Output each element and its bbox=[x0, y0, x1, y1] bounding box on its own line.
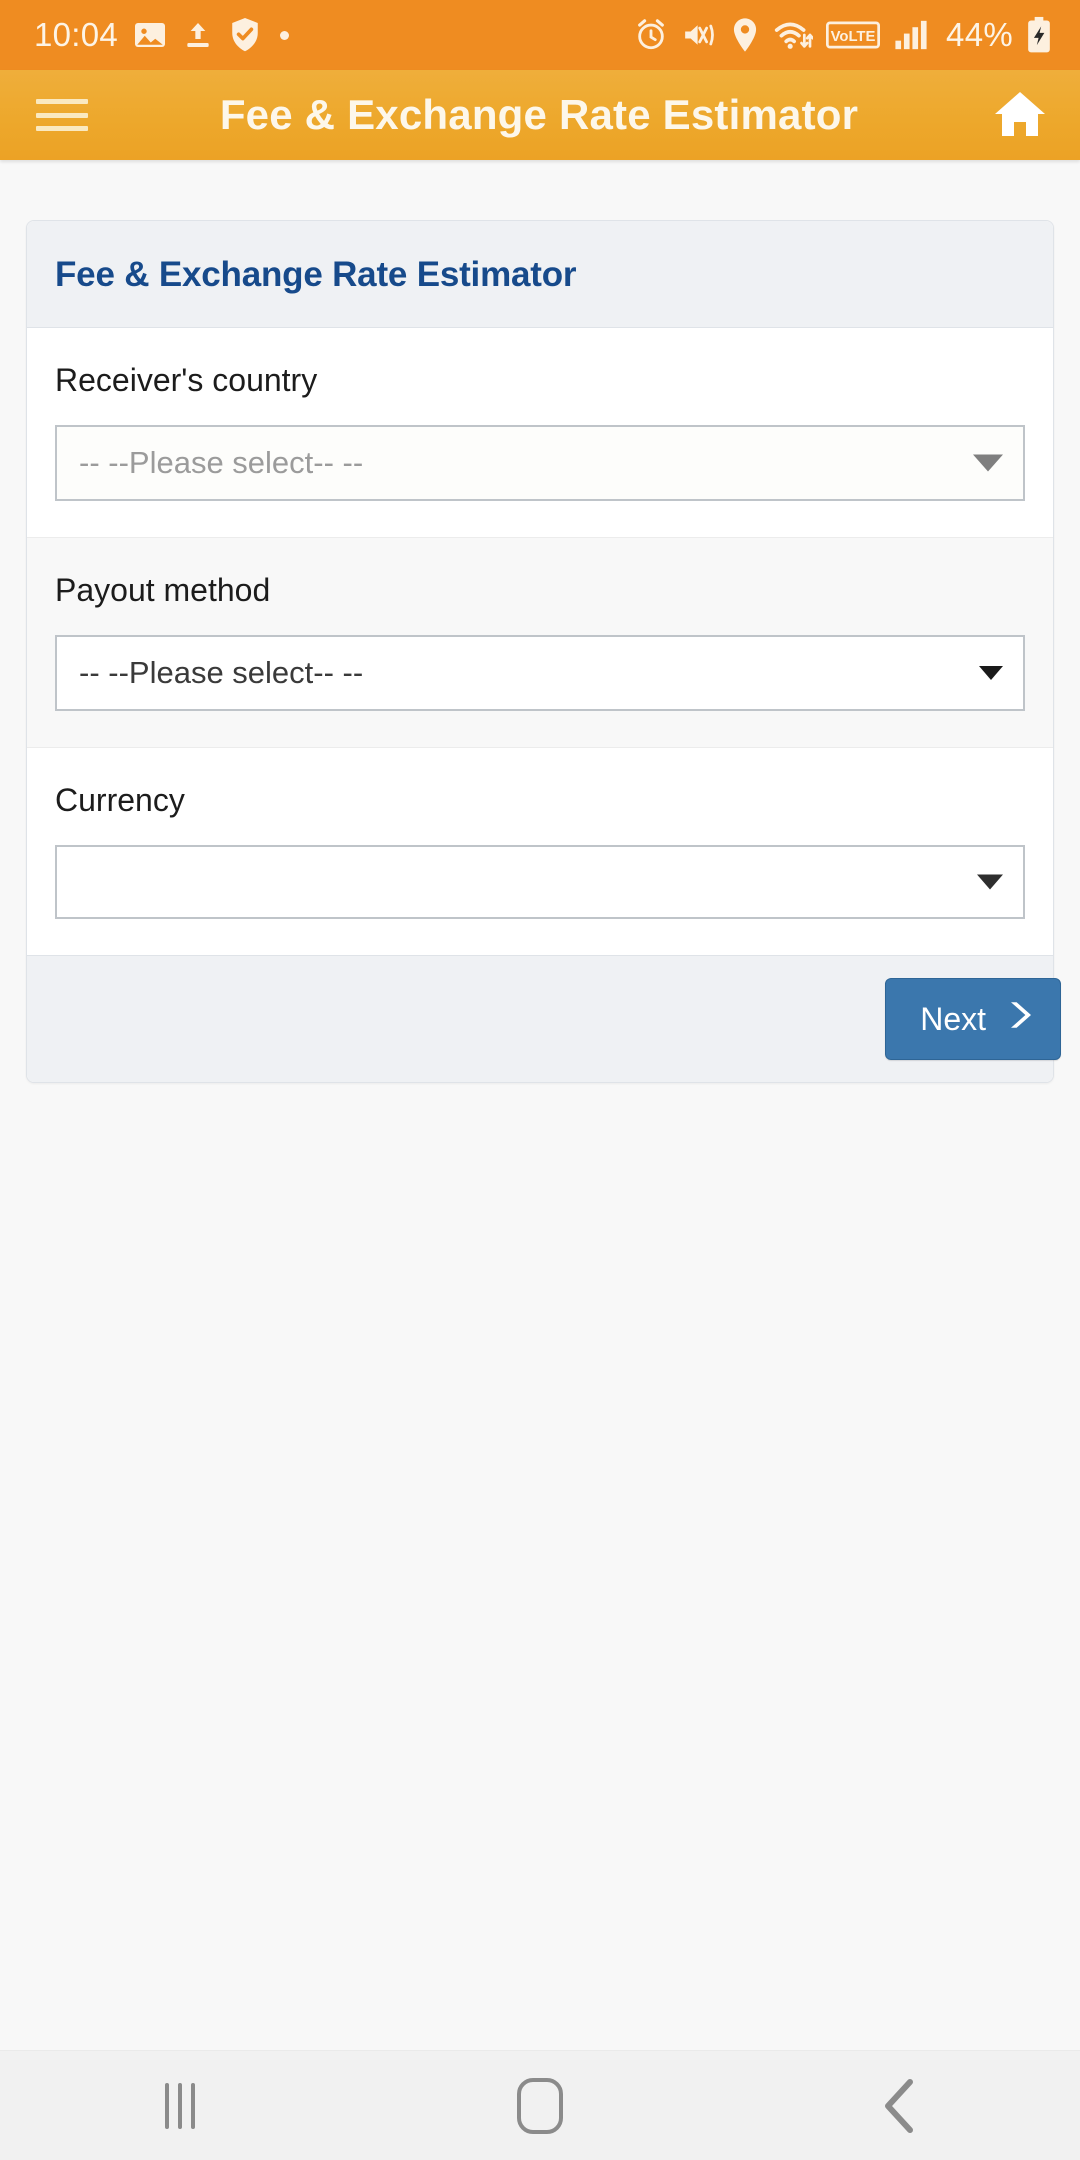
panel-header: Fee & Exchange Rate Estimator bbox=[27, 221, 1053, 328]
hamburger-bar bbox=[36, 126, 88, 131]
volte-icon: VoLTE bbox=[826, 21, 881, 49]
signal-bars-icon bbox=[893, 18, 929, 52]
chevron-right-icon bbox=[1004, 999, 1034, 1039]
chevron-down-icon bbox=[977, 874, 1003, 890]
recents-bar bbox=[165, 2082, 169, 2129]
hamburger-bar bbox=[36, 99, 88, 104]
page-content: Fee & Exchange Rate Estimator Receiver's… bbox=[0, 160, 1080, 2160]
hamburger-bar bbox=[36, 112, 88, 118]
next-button-label: Next bbox=[920, 1000, 986, 1037]
currency-select[interactable] bbox=[55, 845, 1025, 919]
android-nav-bar bbox=[0, 2050, 1080, 2160]
app-bar-title: Fee & Exchange Rate Estimator bbox=[219, 91, 859, 138]
page-title: Fee & Exchange Rate Estimator bbox=[55, 255, 577, 294]
location-icon bbox=[730, 17, 760, 53]
receivers-country-label: Receiver's country bbox=[55, 362, 318, 398]
photo-icon bbox=[132, 17, 168, 53]
shield-check-icon bbox=[228, 16, 262, 54]
svg-text:VoLTE: VoLTE bbox=[831, 29, 876, 45]
hamburger-icon[interactable] bbox=[36, 95, 88, 135]
recents-icon[interactable] bbox=[105, 2051, 255, 2160]
payout-method-label: Payout method bbox=[55, 572, 271, 608]
battery-charging-icon bbox=[1026, 16, 1052, 54]
recents-bar bbox=[178, 2082, 182, 2129]
status-bar: 10:04 VoLTE 44% bbox=[0, 0, 1080, 70]
wifi-icon bbox=[773, 18, 814, 52]
dot-indicator bbox=[280, 30, 290, 40]
recents-glyph bbox=[165, 2082, 195, 2129]
back-icon[interactable] bbox=[825, 2051, 975, 2160]
field-row-currency: Currency bbox=[27, 748, 1053, 955]
estimator-panel: Fee & Exchange Rate Estimator Receiver's… bbox=[26, 220, 1061, 1083]
field-row-payout-method: Payout method -- --Please select-- -- bbox=[27, 537, 1053, 748]
app-bar: Fee & Exchange Rate Estimator bbox=[0, 70, 1080, 160]
next-button[interactable]: Next bbox=[885, 978, 1061, 1060]
recents-bar bbox=[191, 2082, 195, 2129]
chevron-down-icon bbox=[979, 666, 1003, 680]
panel-footer: Next bbox=[27, 955, 1061, 1082]
receivers-country-select[interactable]: -- --Please select-- -- bbox=[55, 425, 1025, 501]
upload-icon bbox=[182, 17, 214, 53]
home-glyph bbox=[517, 2077, 563, 2134]
payout-method-select[interactable]: -- --Please select-- -- bbox=[55, 635, 1025, 711]
home-icon[interactable] bbox=[990, 88, 1050, 142]
home-icon[interactable] bbox=[465, 2051, 615, 2160]
mute-vibrate-icon bbox=[681, 18, 717, 52]
field-row-receivers-country: Receiver's country -- --Please select-- … bbox=[27, 328, 1053, 537]
status-bar-right: VoLTE 44% bbox=[634, 16, 1052, 54]
chevron-down-icon bbox=[973, 454, 1003, 472]
payout-method-value: -- --Please select-- -- bbox=[79, 655, 364, 690]
currency-label: Currency bbox=[55, 782, 185, 818]
receivers-country-value: -- --Please select-- -- bbox=[79, 445, 364, 480]
battery-percent-label: 44% bbox=[946, 16, 1013, 53]
alarm-icon bbox=[634, 18, 668, 52]
status-bar-left: 10:04 bbox=[34, 16, 290, 54]
status-bar-clock: 10:04 bbox=[34, 16, 119, 53]
